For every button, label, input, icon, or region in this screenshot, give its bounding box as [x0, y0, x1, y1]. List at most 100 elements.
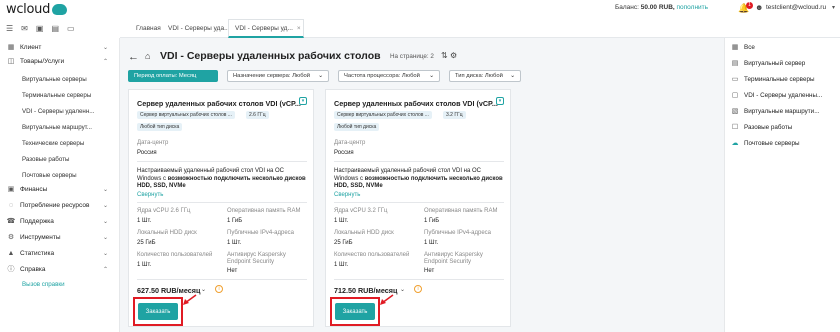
category-label: Почтовые серверы — [744, 139, 800, 147]
user-email[interactable]: testclient@wcloud.ru — [766, 4, 826, 11]
per-page[interactable]: На странице: 2 — [390, 53, 434, 60]
tab-vdi-active-label: VDI - Серверы уд... — [235, 24, 293, 32]
category-terminal[interactable]: ▭ Терминальные серверы — [731, 75, 815, 84]
spec-value: Нет — [424, 268, 435, 274]
category-oneoff[interactable]: ☐ Разовые работы — [731, 123, 793, 132]
collapse-link[interactable]: Свернуть — [334, 192, 360, 198]
sidebar-item-label: Потребление ресурсов — [20, 201, 90, 209]
filter-period[interactable]: Период оплаты: Месяц — [128, 70, 218, 82]
category-mail[interactable]: ☁ Почтовые серверы — [731, 139, 800, 148]
tab-vdi-1[interactable]: VDI - Серверы уда... — [162, 19, 235, 38]
window-icon[interactable]: ▣ — [36, 24, 44, 33]
sidebar: ▦ Клиент ⌄ ◫ Товары/Услуги ⌃ Виртуальные… — [0, 38, 120, 332]
collapse-link[interactable]: Свернуть — [137, 192, 163, 198]
divider — [334, 279, 504, 280]
monitor-icon: ▢ — [731, 92, 739, 99]
sidebar-item-finance[interactable]: ▣ Финансы ⌄ — [0, 182, 120, 196]
sidebar-sub-mail[interactable]: Почтовые серверы — [22, 172, 77, 179]
logo-text: wcloud — [6, 2, 51, 17]
screen-icon[interactable]: ▭ — [67, 24, 75, 33]
close-icon[interactable]: × — [297, 25, 301, 32]
filter-frequency[interactable]: Частота процессора: Любой ⌄ — [338, 70, 440, 82]
cart-icon[interactable]: ▾ — [496, 97, 504, 105]
cart-icon[interactable]: ▾ — [299, 97, 307, 105]
category-label: Разовые работы — [744, 123, 793, 131]
sidebar-sub-oneoff[interactable]: Разовые работы — [22, 156, 69, 163]
sidebar-item-products[interactable]: ◫ Товары/Услуги ⌃ — [0, 54, 120, 68]
spec-value: 1 Шт. — [137, 262, 152, 268]
sidebar-item-tools[interactable]: ⚙ Инструменты ⌄ — [0, 230, 120, 244]
spec-label: Оперативная память RAM — [424, 208, 498, 214]
chevron-down-icon[interactable]: ⌄ — [201, 286, 206, 293]
list-icon[interactable]: ☰ — [6, 24, 13, 33]
sort-icon[interactable]: ⇅ — [441, 51, 448, 60]
sidebar-sub-technical[interactable]: Технические серверы — [22, 140, 84, 147]
spec-value: 1 Шт. — [334, 218, 349, 224]
spec-label: Локальный HDD диск — [137, 230, 197, 236]
spec-value: 1 Шт. — [424, 240, 439, 246]
info-icon[interactable]: i — [215, 285, 223, 293]
layers-icon[interactable]: ▤ — [51, 24, 59, 33]
sidebar-item-consumption[interactable]: ◌ Потребление ресурсов ⌄ — [0, 198, 120, 212]
gauge-icon: ◌ — [8, 201, 14, 209]
sidebar-item-label: Справка — [20, 265, 46, 273]
filter-label: Период оплаты: Месяц — [134, 73, 197, 79]
order-button[interactable]: Заказать — [138, 303, 178, 320]
spec-label: Публичные IPv4-адреса — [227, 230, 295, 236]
dc-value: Россия — [137, 150, 157, 156]
sidebar-item-label: Клиент — [20, 43, 42, 51]
spec-label: Оперативная память RAM — [227, 208, 301, 214]
sidebar-item-label: Поддержка — [20, 217, 54, 225]
topup-link[interactable]: пополнить — [677, 4, 709, 11]
chevron-down-icon: ⌄ — [102, 44, 108, 51]
sidebar-sub-vdi[interactable]: VDI - Серверы удаленн... — [22, 108, 94, 115]
back-arrow-icon[interactable]: ← — [128, 51, 139, 63]
tag-frequency: 2.6 ГГц — [246, 111, 269, 119]
balance-label: Баланс: — [615, 4, 639, 11]
gear-icon[interactable]: ⚙ — [450, 51, 457, 60]
mail-icon[interactable]: ✉ — [21, 24, 28, 33]
chevron-up-icon: ⌃ — [102, 58, 108, 65]
filter-purpose[interactable]: Назначение сервера: Любой ⌄ — [227, 70, 329, 82]
spec-value: 1 Шт. — [227, 240, 242, 246]
sidebar-item-help[interactable]: ⓘ Справка ⌃ — [0, 262, 120, 276]
chevron-down-icon: ⌄ — [102, 202, 108, 209]
tab-vdi-active[interactable]: VDI - Серверы уд... × — [228, 19, 304, 38]
spec-value: 1 Шт. — [334, 262, 349, 268]
logo[interactable]: wcloud — [6, 2, 68, 17]
category-label: Терминальные серверы — [744, 75, 815, 83]
sidebar-item-support[interactable]: ☎ Поддержка ⌄ — [0, 214, 120, 228]
spec-value: 25 ГиБ — [334, 240, 353, 246]
filter-disk[interactable]: Тип диска: Любой ⌄ — [449, 70, 521, 82]
tab-bar: Главная VDI - Серверы уда... VDI - Серве… — [120, 19, 840, 38]
highlight-box: Заказать — [133, 297, 183, 326]
annotation-arrow-icon — [183, 294, 197, 305]
category-label: Все — [744, 43, 755, 51]
cloud-icon: ☁ — [731, 140, 739, 147]
category-virtual[interactable]: ▤ Виртуальный сервер — [731, 59, 806, 68]
chevron-down-icon[interactable]: ▾ — [832, 4, 835, 11]
chevron-up-icon: ⌃ — [102, 266, 108, 273]
sidebar-item-stats[interactable]: ▲ Статистика ⌄ — [0, 246, 120, 260]
info-icon[interactable]: i — [414, 285, 422, 293]
sidebar-sub-terminal[interactable]: Терминальные серверы — [22, 92, 91, 99]
sidebar-sub-virtual[interactable]: Виртуальные серверы — [22, 76, 87, 83]
sidebar-sub-help-call[interactable]: Вызов справки — [22, 281, 65, 288]
chevron-down-icon[interactable]: ⌄ — [400, 286, 405, 293]
category-vdi[interactable]: ▢ VDI - Серверы удаленны... — [731, 91, 823, 100]
chevron-down-icon: ⌄ — [102, 186, 108, 193]
sidebar-item-client[interactable]: ▦ Клиент ⌄ — [0, 40, 120, 54]
card-title: Сервер удаленных рабочих столов VDI (vCP… — [137, 99, 301, 108]
notification-badge: 1 — [746, 2, 753, 9]
category-all[interactable]: ▦ Все — [731, 43, 755, 52]
toolbar-icons: ☰ ✉ ▣ ▤ ▭ — [0, 19, 120, 38]
home-icon[interactable]: ⌂ — [145, 51, 150, 61]
spec-label: Количество пользователей — [334, 252, 410, 258]
user-icon[interactable]: ☻ — [755, 3, 763, 12]
order-button[interactable]: Заказать — [335, 303, 375, 320]
spec-label: Ядра vCPU 3.2 ГГц — [334, 208, 388, 214]
category-routers[interactable]: ▧ Виртуальные маршрути... — [731, 107, 820, 116]
sidebar-sub-routers[interactable]: Виртуальные маршрут... — [22, 124, 92, 131]
tag-disk: Любой тип диска — [334, 123, 380, 131]
spec-value: 1 Шт. — [137, 218, 152, 224]
